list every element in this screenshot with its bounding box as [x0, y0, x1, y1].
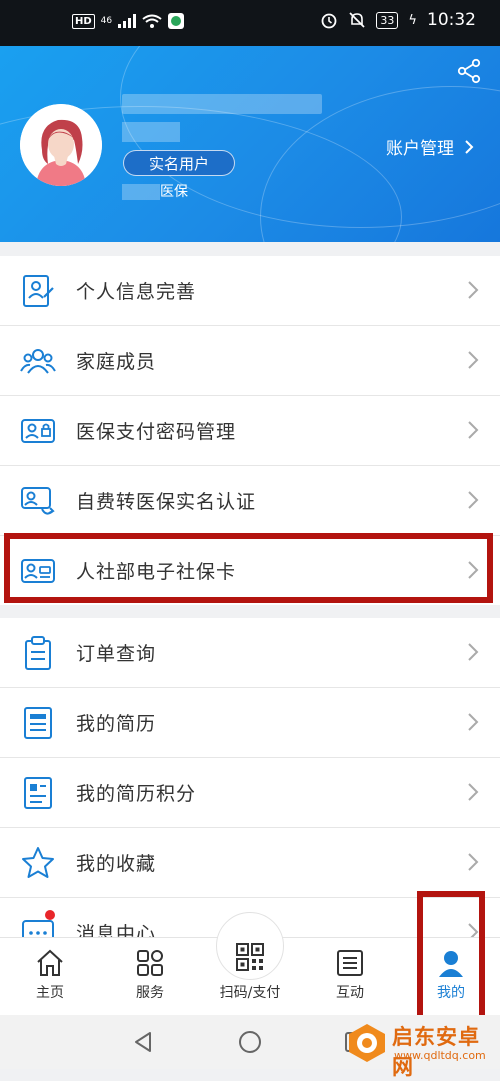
grid-icon	[137, 950, 163, 976]
app-notification-icon	[168, 13, 185, 29]
watermark-logo-icon	[349, 1024, 385, 1062]
id-convert-icon	[21, 487, 55, 515]
menu-item-order-query[interactable]: 订单查询	[0, 618, 500, 688]
clock: 10:32	[427, 10, 476, 30]
menu-label: 我的简历积分	[76, 783, 197, 805]
menu-label: 自费转医保实名认证	[76, 491, 257, 513]
star-icon	[22, 847, 54, 878]
account-manage-link[interactable]: 账户管理	[386, 134, 474, 159]
chevron-right-icon	[468, 713, 479, 731]
back-icon[interactable]	[132, 1030, 154, 1054]
menu-group-account: 个人信息完善 家庭成员 医保支付密码管理 自费转医保实名认证 人社部电子社保卡	[0, 256, 500, 605]
menu-item-family-members[interactable]: 家庭成员	[0, 326, 500, 396]
menu-item-id-verification[interactable]: 自费转医保实名认证	[0, 466, 500, 536]
chevron-right-icon	[468, 351, 479, 369]
username-masked: *****	[122, 94, 322, 114]
resume-points-icon	[24, 777, 52, 809]
account-manage-label: 账户管理	[386, 139, 454, 159]
clipboard-icon	[25, 636, 51, 670]
tab-interaction[interactable]: 互动	[315, 948, 385, 1002]
watermark-url: www.qdltdq.com	[394, 1049, 486, 1062]
home-circle-icon[interactable]	[238, 1030, 262, 1054]
real-name-masked: 某某	[122, 122, 180, 142]
avatar[interactable]	[20, 104, 102, 186]
charging-icon: ϟ	[408, 12, 417, 28]
tab-label: 互动	[336, 985, 364, 1001]
battery-level: 33	[376, 11, 399, 29]
insurance-type: 医保	[122, 181, 188, 201]
chevron-right-icon	[468, 491, 479, 509]
tab-label: 服务	[136, 985, 164, 1001]
menu-label: 订单查询	[76, 643, 157, 665]
menu-label: 医保支付密码管理	[76, 421, 237, 443]
verified-badge: 实名用户	[123, 150, 235, 176]
status-bar: HD 46 33 ϟ 10:32	[0, 0, 500, 46]
chevron-right-icon	[465, 139, 474, 154]
watermark: 启东安卓网 www.qdltdq.com	[346, 1018, 496, 1079]
tab-home[interactable]: 主页	[15, 948, 85, 1002]
profile-card-icon	[23, 275, 54, 307]
mute-icon	[349, 12, 366, 28]
social-security-card-icon	[21, 559, 55, 583]
menu-item-resume-points[interactable]: 我的简历积分	[0, 758, 500, 828]
chevron-right-icon	[468, 853, 479, 871]
status-right: 33 ϟ 10:32	[320, 10, 476, 30]
menu-item-payment-password[interactable]: 医保支付密码管理	[0, 396, 500, 466]
wifi-icon	[142, 14, 162, 28]
unread-dot	[45, 910, 55, 920]
chevron-right-icon	[468, 561, 479, 579]
network-indicator: 46	[100, 16, 113, 26]
menu-label: 个人信息完善	[76, 281, 197, 303]
region-masked	[122, 184, 160, 200]
menu-label: 我的收藏	[76, 853, 157, 875]
menu-label: 人社部电子社保卡	[76, 561, 237, 583]
tab-label: 扫码/支付	[219, 985, 281, 1001]
menu-label: 家庭成员	[76, 351, 157, 373]
chevron-right-icon	[468, 783, 479, 801]
share-icon[interactable]	[456, 58, 482, 84]
qr-code-icon	[236, 943, 264, 971]
menu-label: 我的简历	[76, 713, 157, 735]
menu-item-personal-info[interactable]: 个人信息完善	[0, 256, 500, 326]
chevron-right-icon	[468, 281, 479, 299]
menu-item-social-security-card[interactable]: 人社部电子社保卡	[0, 536, 500, 605]
highlight-frame	[417, 891, 485, 1024]
status-left: HD 46	[72, 13, 185, 29]
password-card-icon	[21, 419, 55, 443]
user-avatar-icon	[20, 104, 102, 186]
family-members-icon	[20, 349, 56, 374]
list-icon	[337, 950, 363, 976]
tab-services[interactable]: 服务	[115, 948, 185, 1002]
menu-item-my-resume[interactable]: 我的简历	[0, 688, 500, 758]
profile-header: ***** 某某 实名用户 医保 账户管理	[0, 46, 500, 242]
menu-item-my-favorites[interactable]: 我的收藏	[0, 828, 500, 898]
hd-indicator: HD	[72, 13, 95, 29]
signal-icon	[118, 14, 137, 28]
tab-label: 主页	[36, 985, 64, 1001]
chevron-right-icon	[468, 643, 479, 661]
alarm-icon	[322, 13, 337, 29]
home-icon	[37, 949, 63, 976]
tab-scan-pay[interactable]: 扫码/支付	[208, 943, 292, 1002]
chevron-right-icon	[468, 421, 479, 439]
resume-icon	[24, 707, 52, 739]
